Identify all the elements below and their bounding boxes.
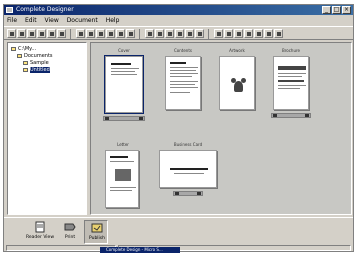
- redo-icon[interactable]: [116, 29, 125, 38]
- copy-icon[interactable]: [86, 29, 95, 38]
- menu-view[interactable]: View: [45, 17, 59, 24]
- page-thumbnail[interactable]: Letter: [101, 143, 145, 213]
- menu-bar: File Edit View Document Help: [4, 16, 353, 25]
- page-nav-buttons[interactable]: [173, 191, 203, 196]
- image-tool-icon[interactable]: [224, 29, 233, 38]
- prev-page-icon[interactable]: [105, 117, 109, 120]
- next-page-icon[interactable]: [165, 29, 174, 38]
- page-preview-area[interactable]: Cover Contents Artwork Brochure Letter B…: [90, 42, 352, 215]
- cut-icon[interactable]: [76, 29, 85, 38]
- document-tree[interactable]: C:\My... Documents Sample Untitled: [7, 42, 87, 215]
- page-thumbnail[interactable]: Artwork: [215, 49, 259, 131]
- open-icon[interactable]: [17, 29, 26, 38]
- page-thumbnail[interactable]: Brochure: [269, 49, 313, 131]
- toolbar-separator: [139, 29, 140, 39]
- next-page-icon[interactable]: [139, 117, 143, 120]
- shape-tool-icon[interactable]: [234, 29, 243, 38]
- title-bar[interactable]: Complete Designer _ □ ×: [4, 5, 353, 15]
- first-page-icon[interactable]: [145, 29, 154, 38]
- maximize-button[interactable]: □: [332, 6, 341, 14]
- menu-edit[interactable]: Edit: [25, 17, 37, 24]
- prev-page-icon[interactable]: [155, 29, 164, 38]
- next-page-icon[interactable]: [197, 192, 201, 195]
- page-thumbnail[interactable]: Cover: [101, 49, 147, 131]
- document-icon: [23, 67, 28, 72]
- delete-icon[interactable]: [126, 29, 135, 38]
- page-sheet[interactable]: [104, 55, 144, 114]
- app-icon: [6, 7, 13, 13]
- folder-icon: [11, 46, 16, 51]
- next-page-icon[interactable]: [305, 114, 309, 117]
- page-sheet[interactable]: [159, 150, 217, 188]
- page-thumbnail[interactable]: Business Card: [157, 143, 219, 213]
- window-title: Complete Designer: [16, 6, 74, 13]
- insert-page-icon[interactable]: [185, 29, 194, 38]
- tree-item-selected[interactable]: Untitled: [23, 67, 50, 73]
- taskbar-window-button[interactable]: Complete Design - Micro S...: [100, 247, 180, 253]
- toolbar-separator: [70, 29, 71, 39]
- last-page-icon[interactable]: [175, 29, 184, 38]
- menu-file[interactable]: File: [7, 17, 17, 24]
- reader-view-icon: [34, 221, 46, 233]
- minimize-button[interactable]: _: [322, 6, 331, 14]
- close-button[interactable]: ×: [342, 6, 351, 14]
- page-nav-buttons[interactable]: [103, 116, 145, 121]
- line-tool-icon[interactable]: [244, 29, 253, 38]
- page-sheet[interactable]: [273, 56, 309, 110]
- properties-icon[interactable]: [57, 29, 66, 38]
- page-label: Business Card: [173, 142, 203, 147]
- page-label: Letter: [117, 142, 129, 147]
- remove-page-icon[interactable]: [195, 29, 204, 38]
- menu-document[interactable]: Document: [67, 17, 98, 24]
- menu-help[interactable]: Help: [106, 17, 120, 24]
- page-thumbnail[interactable]: Contents: [161, 49, 205, 131]
- tree-item[interactable]: Sample: [23, 60, 49, 66]
- text-tool-icon[interactable]: [214, 29, 223, 38]
- app-window: Complete Designer _ □ × File Edit View D…: [3, 4, 354, 252]
- tree-item[interactable]: C:\My...: [11, 46, 36, 52]
- toolbar: [4, 26, 353, 40]
- page-sheet[interactable]: [219, 56, 255, 110]
- print-icon[interactable]: [37, 29, 46, 38]
- mode-bar: Reader View Print Publish: [4, 217, 353, 245]
- help-icon[interactable]: [274, 29, 283, 38]
- document-icon: [23, 60, 28, 65]
- page-label: Brochure: [281, 48, 301, 53]
- publish-icon: [91, 222, 103, 234]
- page-nav-buttons[interactable]: [271, 113, 311, 118]
- prev-page-icon[interactable]: [273, 114, 277, 117]
- zoom-in-icon[interactable]: [254, 29, 263, 38]
- new-icon[interactable]: [7, 29, 16, 38]
- paste-icon[interactable]: [96, 29, 105, 38]
- prev-page-icon[interactable]: [175, 192, 179, 195]
- reader-view-button[interactable]: Reader View: [26, 220, 54, 244]
- folder-icon: [17, 53, 22, 58]
- save-icon[interactable]: [27, 29, 36, 38]
- print-icon: [64, 221, 76, 233]
- page-sheet[interactable]: [105, 150, 139, 208]
- page-sheet[interactable]: [165, 56, 201, 110]
- preview-icon[interactable]: [47, 29, 56, 38]
- undo-icon[interactable]: [106, 29, 115, 38]
- print-button[interactable]: Print: [58, 220, 82, 244]
- page-label: Cover: [118, 48, 130, 53]
- page-label: Contents: [174, 48, 192, 53]
- publish-button[interactable]: Publish: [84, 220, 108, 244]
- zoom-out-icon[interactable]: [264, 29, 273, 38]
- tree-item[interactable]: Documents: [17, 53, 53, 59]
- toolbar-separator: [208, 29, 209, 39]
- page-label: Artwork: [229, 48, 245, 53]
